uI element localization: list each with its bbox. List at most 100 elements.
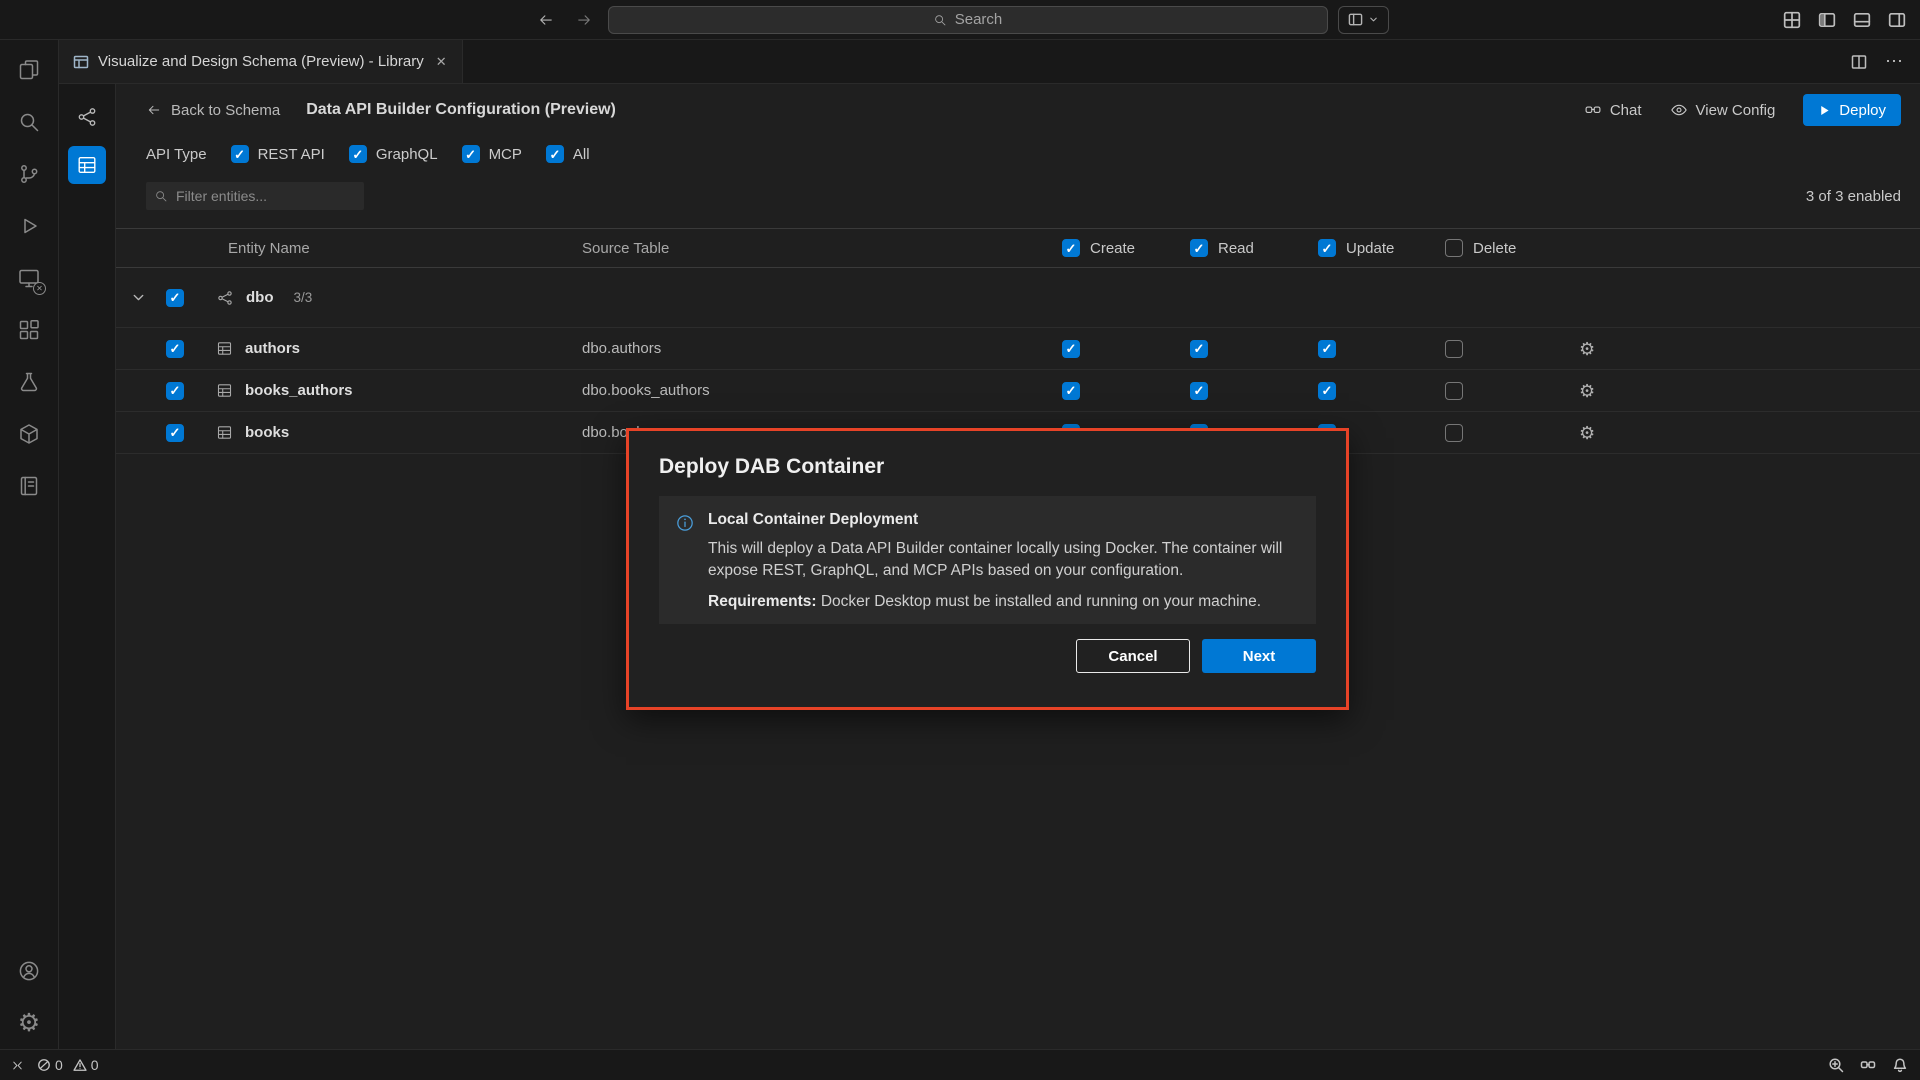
header-create-cell: Create xyxy=(1062,239,1190,257)
create-all-checkbox[interactable] xyxy=(1062,239,1080,257)
update-all-checkbox[interactable] xyxy=(1318,239,1336,257)
titlebar-layout-controls xyxy=(1783,0,1906,40)
remote-indicator-icon[interactable] xyxy=(10,1058,25,1073)
filter-entities-input[interactable] xyxy=(146,182,364,210)
api-option-mcp: MCP xyxy=(462,145,522,163)
page-header: Back to Schema Data API Builder Configur… xyxy=(116,84,1920,136)
delete-checkbox[interactable] xyxy=(1445,340,1463,358)
info-heading: Local Container Deployment xyxy=(708,511,1298,529)
cancel-button[interactable]: Cancel xyxy=(1076,639,1190,673)
chat-button[interactable]: Chat xyxy=(1584,101,1642,119)
toggle-sidebar-button[interactable] xyxy=(1818,11,1836,29)
info-icon xyxy=(675,513,695,611)
toggle-panel-button[interactable] xyxy=(1853,11,1871,29)
customize-layout-button[interactable] xyxy=(1783,11,1801,29)
graphql-checkbox[interactable] xyxy=(349,145,367,163)
notebook-icon[interactable] xyxy=(5,460,53,512)
row-checkbox[interactable] xyxy=(166,424,184,442)
remote-explorer-icon[interactable]: ✕ xyxy=(5,252,53,304)
rest-api-checkbox[interactable] xyxy=(231,145,249,163)
mcp-checkbox[interactable] xyxy=(462,145,480,163)
update-checkbox[interactable] xyxy=(1318,340,1336,358)
notifications-bell-icon[interactable] xyxy=(1892,1057,1908,1073)
test-beaker-icon[interactable] xyxy=(5,356,53,408)
table-row-authors: authors dbo.authors ⚙ xyxy=(116,328,1920,370)
settings-gear-icon[interactable]: ⚙ xyxy=(5,997,53,1049)
account-icon[interactable] xyxy=(5,945,53,997)
window-layout-icon xyxy=(1348,12,1363,27)
table-designer-icon[interactable] xyxy=(68,146,106,184)
requirements-label: Requirements: xyxy=(708,593,817,610)
filter-search-icon xyxy=(154,189,168,203)
row-settings-gear-icon[interactable]: ⚙ xyxy=(1579,382,1595,400)
row-checkbox[interactable] xyxy=(166,340,184,358)
search-view-icon[interactable] xyxy=(5,96,53,148)
create-checkbox[interactable] xyxy=(1062,382,1080,400)
source-table: dbo.books_authors xyxy=(582,382,710,399)
view-config-button[interactable]: View Config xyxy=(1670,101,1776,119)
delete-checkbox[interactable] xyxy=(1445,424,1463,442)
read-all-checkbox[interactable] xyxy=(1190,239,1208,257)
deploy-play-icon xyxy=(1818,104,1831,117)
back-to-schema-link[interactable]: Back to Schema xyxy=(146,102,280,119)
next-button[interactable]: Next xyxy=(1202,639,1316,673)
table-grid-icon xyxy=(216,424,233,441)
schema-designer-tab-icon xyxy=(73,54,89,70)
more-icon: ⋯ xyxy=(1885,51,1904,72)
row-settings-gear-icon[interactable]: ⚙ xyxy=(1579,340,1595,358)
remote-disconnected-badge: ✕ xyxy=(33,282,46,295)
problems-indicator[interactable]: 0 0 xyxy=(37,1057,99,1073)
back-label: Back to Schema xyxy=(171,102,280,119)
page-title: Data API Builder Configuration (Preview) xyxy=(306,101,616,119)
deploy-button[interactable]: Deploy xyxy=(1803,94,1901,126)
chevron-down-icon xyxy=(1368,14,1379,25)
update-checkbox[interactable] xyxy=(1318,382,1336,400)
group-expand-chevron-icon[interactable] xyxy=(131,290,146,305)
designer-view-rail xyxy=(59,84,116,1049)
create-checkbox[interactable] xyxy=(1062,340,1080,358)
entity-name: books_authors xyxy=(245,382,353,399)
read-checkbox[interactable] xyxy=(1190,382,1208,400)
entity-name: authors xyxy=(245,340,300,357)
tab-bar: Visualize and Design Schema (Preview) - … xyxy=(59,40,1920,84)
entities-table-header: Entity Name Source Table Create Read xyxy=(116,228,1920,268)
header-actions: Chat View Config Deploy xyxy=(1584,94,1901,126)
tab-close-icon[interactable]: ✕ xyxy=(433,52,450,72)
toggle-secondary-sidebar-button[interactable] xyxy=(1888,11,1906,29)
api-option-all: All xyxy=(546,145,590,163)
command-center: Search xyxy=(532,6,1389,34)
delete-checkbox[interactable] xyxy=(1445,382,1463,400)
source-control-icon[interactable] xyxy=(5,148,53,200)
package-cube-icon[interactable] xyxy=(5,408,53,460)
read-checkbox[interactable] xyxy=(1190,340,1208,358)
table-grid-icon xyxy=(216,340,233,357)
all-checkbox[interactable] xyxy=(546,145,564,163)
search-command-center[interactable]: Search xyxy=(608,6,1328,34)
explorer-icon[interactable] xyxy=(5,44,53,96)
nav-back-button[interactable] xyxy=(532,6,560,34)
extensions-icon[interactable] xyxy=(5,304,53,356)
tab-visualize-design-schema[interactable]: Visualize and Design Schema (Preview) - … xyxy=(59,40,463,83)
group-chevron-cell xyxy=(116,290,160,305)
layout-dropdown-button[interactable] xyxy=(1338,6,1389,34)
split-editor-button[interactable] xyxy=(1851,54,1867,70)
group-dbo-checkbox[interactable] xyxy=(166,289,184,307)
more-actions-button[interactable]: ⋯ xyxy=(1885,51,1904,72)
info-body: This will deploy a Data API Builder cont… xyxy=(708,538,1298,582)
delete-all-checkbox[interactable] xyxy=(1445,239,1463,257)
layout-sidebar-right-icon xyxy=(1888,11,1906,29)
run-debug-icon[interactable] xyxy=(5,200,53,252)
row-settings-gear-icon[interactable]: ⚙ xyxy=(1579,424,1595,442)
group-count: 3/3 xyxy=(294,290,313,305)
deploy-dab-container-dialog: Deploy DAB Container Local Container Dep… xyxy=(626,428,1349,710)
visualize-schema-icon[interactable] xyxy=(68,98,106,136)
warnings-icon xyxy=(73,1058,87,1072)
zoom-in-icon[interactable] xyxy=(1828,1057,1844,1073)
row-checkbox[interactable] xyxy=(166,382,184,400)
group-name: dbo xyxy=(246,289,274,306)
api-type-row: API Type REST API GraphQL MCP xyxy=(116,136,1920,172)
column-source-table: Source Table xyxy=(582,240,669,257)
copilot-status-icon[interactable] xyxy=(1860,1057,1876,1073)
tab-label: Visualize and Design Schema (Preview) - … xyxy=(98,53,424,70)
nav-forward-button[interactable] xyxy=(570,6,598,34)
